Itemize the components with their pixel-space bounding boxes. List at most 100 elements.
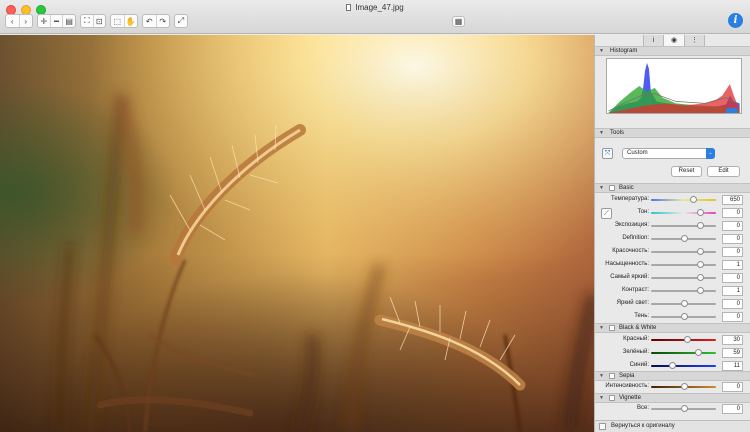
tab-more[interactable]: ⋮	[685, 35, 704, 46]
slider-track[interactable]	[651, 199, 716, 201]
bw-slider-row: Зелёный: 59	[595, 347, 750, 359]
tool-buttons: ⬚ ✋	[110, 14, 138, 28]
basic-enable-checkbox[interactable]	[609, 185, 615, 191]
expand-icon: ⤢	[177, 16, 185, 25]
slider-value-field[interactable]: 1	[722, 286, 743, 296]
disclosure-triangle-icon: ▼	[599, 185, 604, 191]
zoom-buttons: ✛ ━ ▤	[37, 14, 76, 28]
slider-knob[interactable]	[696, 274, 704, 281]
slider-value-field[interactable]: 1	[722, 260, 743, 270]
slider-label: Тон:	[637, 209, 649, 215]
slider-knob[interactable]	[696, 287, 704, 294]
slider-value-field[interactable]: 59	[722, 348, 743, 358]
slider-knob[interactable]	[696, 248, 704, 255]
basic-slider-row: Самый яркий: 0	[595, 272, 750, 284]
preset-dropdown[interactable]: Custom ⌄	[622, 148, 715, 159]
slider-value-field[interactable]: 0	[722, 221, 743, 231]
histogram-title: Histogram	[610, 48, 638, 54]
slider-knob[interactable]	[669, 362, 677, 369]
disclosure-triangle-icon: ▼	[599, 325, 604, 331]
slider-track[interactable]	[651, 212, 716, 214]
slider-knob[interactable]	[683, 336, 691, 343]
slider-knob[interactable]	[680, 313, 688, 320]
basic-slider-row: Температура: 650	[595, 194, 750, 206]
slider-knob[interactable]	[680, 405, 688, 412]
slider-knob[interactable]	[696, 209, 704, 216]
slider-track[interactable]	[651, 365, 716, 367]
slider-knob[interactable]	[680, 300, 688, 307]
reset-button[interactable]: Reset	[671, 166, 702, 177]
sepia-enable-checkbox[interactable]	[609, 373, 615, 379]
zoom-out-icon[interactable]: ━	[51, 15, 64, 27]
slider-label: Тень:	[634, 313, 649, 319]
eyedropper-icon[interactable]: ⟋	[601, 208, 612, 219]
basic-slider-row: Тон: 0	[595, 207, 750, 219]
select-icon[interactable]: ⬚	[111, 15, 125, 27]
slider-value-field[interactable]: 0	[722, 312, 743, 322]
slider-track[interactable]	[651, 352, 716, 354]
revert-checkbox[interactable]	[599, 423, 606, 430]
sepia-title: Sepia	[619, 373, 635, 379]
tools-title: Tools	[610, 130, 625, 136]
slider-track[interactable]	[651, 277, 716, 279]
sepia-section-header[interactable]: ▼ Sepia	[595, 371, 750, 381]
slider-knob[interactable]	[696, 222, 704, 229]
slider-knob[interactable]	[690, 196, 698, 203]
vignette-slider-row: Все: 0	[595, 403, 750, 415]
slider-label: Интенсивность:	[605, 383, 649, 389]
slideshow-button[interactable]: ▦	[452, 16, 465, 27]
slider-value-field[interactable]: 11	[722, 361, 743, 371]
hand-icon[interactable]: ✋	[125, 15, 138, 27]
crop-icon[interactable]: ⤧	[602, 148, 613, 159]
slider-value-field[interactable]: 0	[722, 404, 743, 414]
disclosure-triangle-icon: ▼	[599, 395, 604, 401]
zoom-in-icon[interactable]: ✛	[38, 15, 51, 27]
slider-value-field[interactable]: 30	[722, 335, 743, 345]
tools-section-header[interactable]: ▼ Tools	[595, 128, 750, 138]
tab-info[interactable]: i	[644, 35, 665, 46]
basic-section-header[interactable]: ▼ Basic	[595, 183, 750, 193]
edit-button[interactable]: Edit	[707, 166, 740, 177]
slider-label: Экспозиция:	[614, 222, 649, 228]
slider-label: Яркий свет:	[616, 300, 649, 306]
actual-size-icon[interactable]: ⊡	[94, 15, 106, 27]
histogram-channel-popup[interactable]	[726, 108, 738, 114]
chevron-left-icon[interactable]: ‹	[6, 15, 20, 27]
slider-value-field[interactable]: 0	[722, 208, 743, 218]
slider-track[interactable]	[651, 225, 716, 227]
slider-knob[interactable]	[680, 235, 688, 242]
slider-value-field[interactable]: 0	[722, 273, 743, 283]
slider-value-field[interactable]: 0	[722, 382, 743, 392]
window-title: Image_47.jpg	[0, 3, 750, 12]
fit-window-icon[interactable]: ⛶	[81, 15, 94, 27]
rotate-right-icon[interactable]: ↷	[157, 15, 170, 27]
basic-slider-row: Насыщенность: 1	[595, 259, 750, 271]
bw-slider-row: Красный: 30	[595, 334, 750, 346]
slider-knob[interactable]	[696, 261, 704, 268]
histogram-section-header[interactable]: ▼ Histogram	[595, 46, 750, 56]
slider-label: Красочность:	[612, 248, 649, 254]
slider-value-field[interactable]: 0	[722, 234, 743, 244]
slider-track[interactable]	[651, 251, 716, 253]
vignette-section-header[interactable]: ▼ Vignette	[595, 393, 750, 403]
rotate-left-icon[interactable]: ↶	[143, 15, 157, 27]
slider-label: Красный:	[623, 336, 649, 342]
photo-canvas[interactable]	[0, 35, 594, 432]
bw-section-header[interactable]: ▼ Black & White	[595, 323, 750, 333]
slider-value-field[interactable]: 0	[722, 247, 743, 257]
info-button[interactable]: i	[728, 13, 743, 28]
slider-value-field[interactable]: 650	[722, 195, 743, 205]
tab-adjust[interactable]: ◉	[664, 35, 685, 46]
fullscreen-button[interactable]: ⤢	[174, 14, 188, 28]
bw-enable-checkbox[interactable]	[609, 325, 615, 331]
zoom-fit-icon[interactable]: ▤	[63, 15, 75, 27]
chevron-right-icon[interactable]: ›	[20, 15, 33, 27]
slider-label: Контраст:	[622, 287, 649, 293]
slider-knob[interactable]	[695, 349, 703, 356]
slider-track[interactable]	[651, 264, 716, 266]
vignette-enable-checkbox[interactable]	[609, 395, 615, 401]
slider-value-field[interactable]: 0	[722, 299, 743, 309]
slider-track[interactable]	[651, 290, 716, 292]
slider-knob[interactable]	[680, 383, 688, 390]
basic-slider-row: Красочность: 0	[595, 246, 750, 258]
